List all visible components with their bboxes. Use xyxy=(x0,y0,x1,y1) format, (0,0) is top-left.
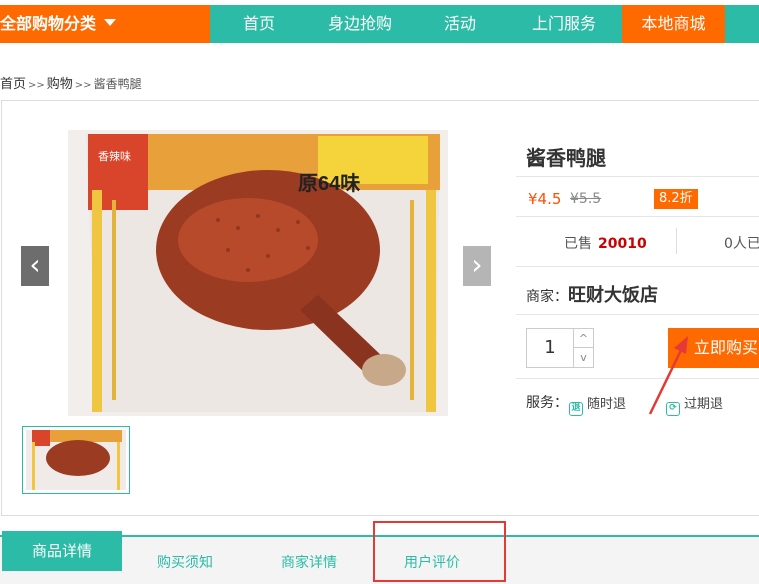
nav-item-activities[interactable]: 活动 xyxy=(412,5,508,43)
product-main-image: 原64味 香辣味 xyxy=(68,130,448,416)
annotation-arrow xyxy=(648,336,688,415)
breadcrumb-home[interactable]: 首页 xyxy=(0,77,26,92)
package-print-text: 香辣味 xyxy=(98,149,131,163)
nav-item-local-mall[interactable]: 本地商城 xyxy=(622,5,725,43)
sold-label: 已售 xyxy=(564,236,592,252)
breadcrumb-separator: >> xyxy=(74,80,92,91)
current-price: ¥4.5 xyxy=(528,190,562,208)
breadcrumb-current: 酱香鸭腿 xyxy=(93,77,142,91)
divider xyxy=(516,266,759,267)
refund-icon: 退 xyxy=(569,402,583,416)
nav-item-nearby-deals[interactable]: 身边抢购 xyxy=(308,5,412,43)
chevron-up-icon: ^ xyxy=(578,332,589,345)
chevron-right-icon: › xyxy=(471,248,483,281)
all-categories-menu[interactable]: 全部购物分类 xyxy=(0,5,210,43)
caret-down-icon xyxy=(104,19,117,26)
sold-number: 20010 xyxy=(598,236,647,252)
quantity-input[interactable]: 1 xyxy=(527,329,573,367)
product-title: 酱香鸭腿 xyxy=(526,146,606,170)
merchant-label: 商家： xyxy=(526,289,568,305)
original-price: ¥5.5 xyxy=(570,191,602,207)
tab-merchant-details[interactable]: 商家详情 xyxy=(281,552,337,572)
breadcrumb: 首页 >> 购物 >> 酱香鸭腿 xyxy=(0,73,142,92)
tab-product-details[interactable]: 商品详情 xyxy=(2,531,122,571)
tab-purchase-notes[interactable]: 购买须知 xyxy=(157,552,213,572)
service-refund-anytime-label: 随时退 xyxy=(587,397,627,412)
merchant-name[interactable]: 旺财大饭店 xyxy=(568,285,658,306)
merchant-info: 商家：旺财大饭店 xyxy=(526,281,658,307)
nav-item-home-service[interactable]: 上门服务 xyxy=(508,5,620,43)
quantity-stepper: 1 ^ v xyxy=(526,328,594,368)
divider xyxy=(516,216,759,217)
chevron-down-icon: v xyxy=(580,351,587,364)
prev-image-button[interactable]: ‹ xyxy=(21,246,49,286)
divider xyxy=(676,228,677,254)
service-label: 服务： xyxy=(526,395,568,411)
top-nav-bar: 全部购物分类 首页 身边抢购 活动 上门服务 本地商城 xyxy=(0,5,759,43)
next-image-button[interactable]: › xyxy=(463,246,491,286)
discount-badge: 8.2折 xyxy=(654,189,698,209)
product-thumbnail[interactable] xyxy=(22,426,130,494)
nav-item-home[interactable]: 首页 xyxy=(210,5,308,43)
sold-count: 已售 20010 xyxy=(564,233,647,253)
quantity-decrease-button[interactable]: v xyxy=(573,348,593,367)
breadcrumb-separator: >> xyxy=(28,80,45,91)
chevron-left-icon: ‹ xyxy=(29,248,41,281)
review-count[interactable]: 0人已 xyxy=(724,233,759,253)
divider xyxy=(516,314,759,315)
annotation-highlight-box xyxy=(373,521,506,582)
quantity-increase-button[interactable]: ^ xyxy=(573,329,593,348)
breadcrumb-section[interactable]: 购物 xyxy=(47,77,73,92)
service-refund-anytime: 退随时退 xyxy=(569,393,626,416)
svg-text:原64味: 原64味 xyxy=(298,172,360,195)
divider xyxy=(516,378,759,379)
divider xyxy=(516,176,759,177)
all-categories-label: 全部购物分类 xyxy=(0,14,97,33)
